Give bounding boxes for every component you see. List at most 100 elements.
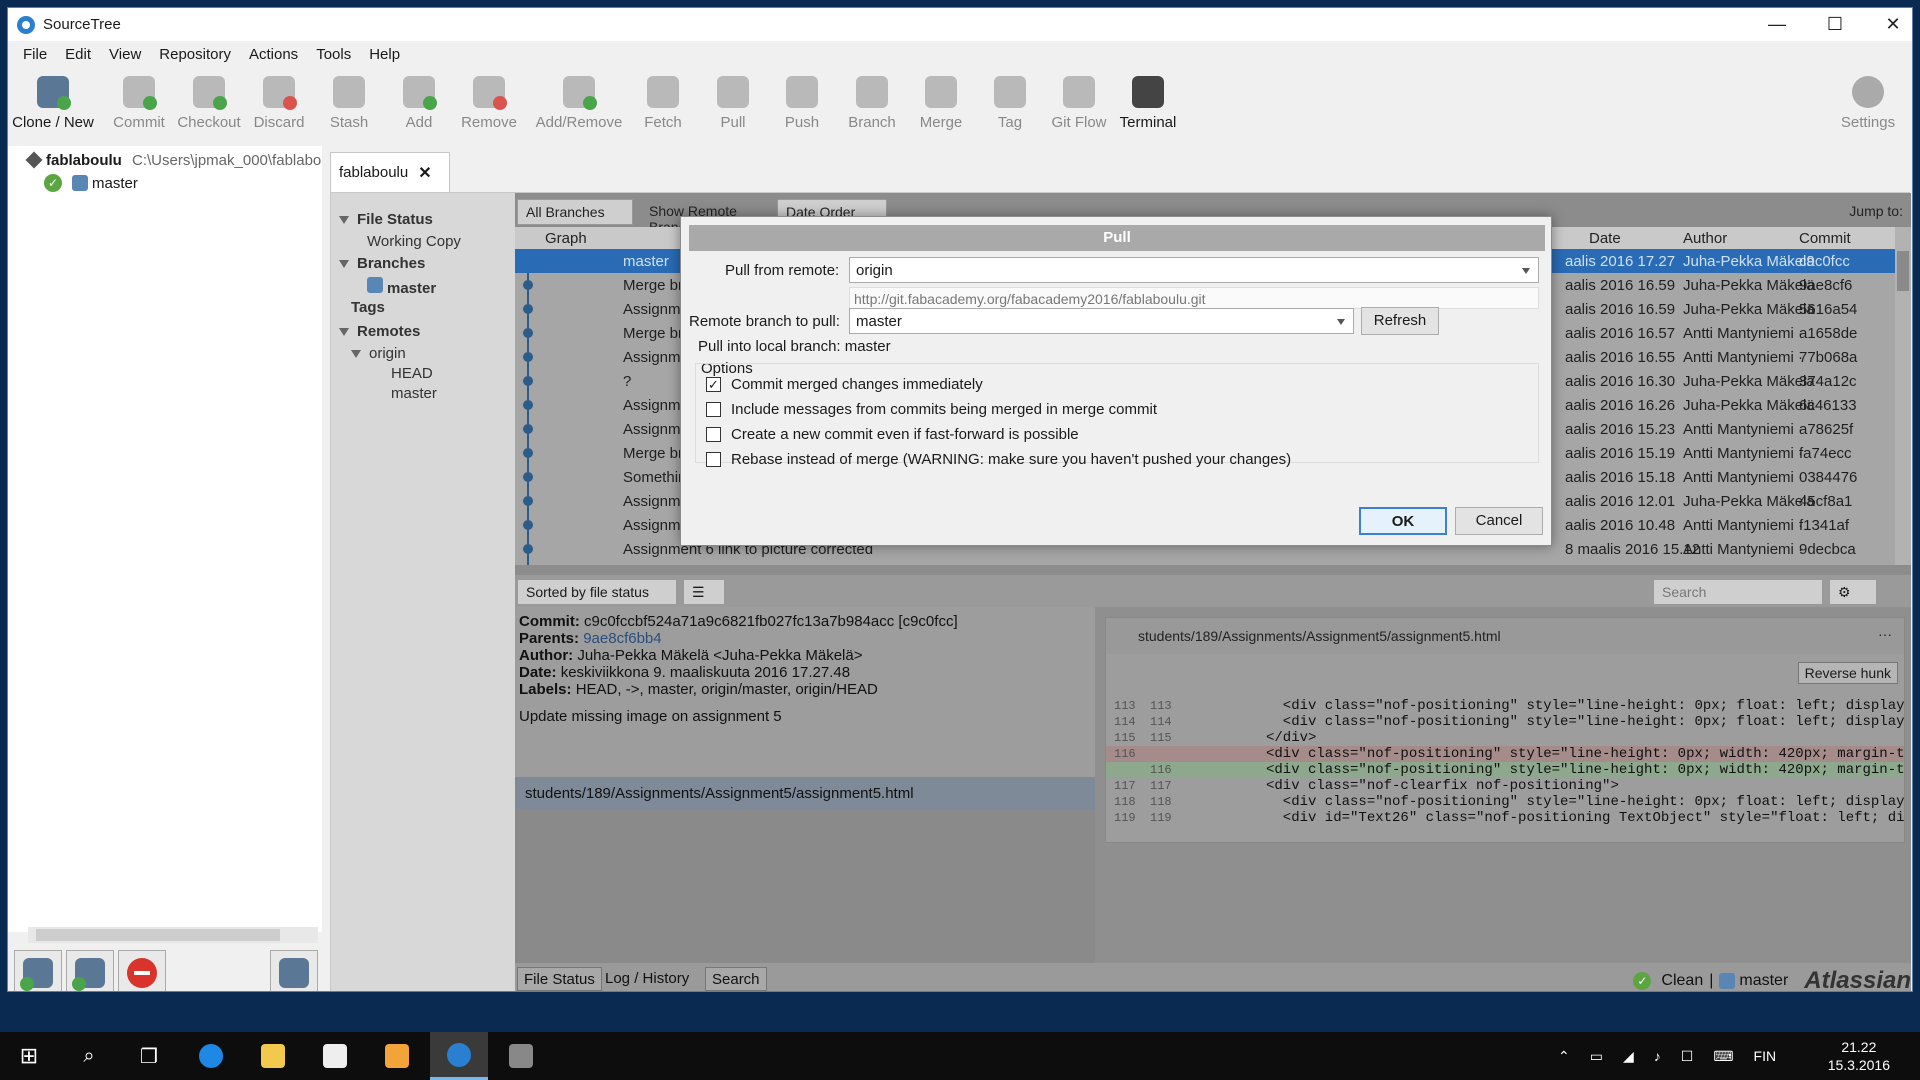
commit-description: master: [623, 253, 669, 270]
pull-button[interactable]: Pull: [698, 70, 768, 131]
col-commit[interactable]: Commit: [1799, 230, 1851, 247]
push-button[interactable]: Push: [767, 70, 837, 131]
tree-origin[interactable]: origin: [351, 345, 406, 362]
close-button[interactable]: ✕: [1864, 8, 1912, 41]
taskbar-sourcetree[interactable]: [430, 1032, 488, 1080]
menu-edit[interactable]: Edit: [65, 46, 91, 63]
commit-date: aalis 2016 16.59: [1565, 277, 1676, 294]
merge-button[interactable]: Merge: [906, 70, 976, 131]
menu-file[interactable]: File: [23, 46, 47, 63]
tab-search[interactable]: Search: [705, 967, 767, 991]
settings-button[interactable]: Settings: [1832, 70, 1904, 131]
minimize-button[interactable]: —: [1748, 8, 1806, 41]
branches-filter-dropdown[interactable]: All Branches: [517, 199, 633, 225]
diff-line: 114 114 <div class="nof-positioning" sty…: [1106, 714, 1904, 730]
tab-fablaboulu[interactable]: fablaboulu ✕: [330, 152, 450, 192]
add-button[interactable]: Add: [384, 70, 454, 131]
commit-immediately-option[interactable]: ✓ Commit merged changes immediately: [706, 376, 983, 393]
wifi-icon[interactable]: ◢: [1623, 1048, 1634, 1065]
stash-button[interactable]: Stash: [314, 70, 384, 131]
commit-hash: 0384476: [1799, 469, 1858, 486]
taskbar-store[interactable]: [306, 1032, 364, 1080]
volume-icon[interactable]: ♪: [1654, 1048, 1661, 1064]
add-remove-button[interactable]: Add/Remove: [534, 70, 624, 131]
tree-branch-master[interactable]: master: [367, 277, 436, 297]
remote-branch-select[interactable]: master: [849, 308, 1354, 334]
tag-button[interactable]: Tag: [975, 70, 1045, 131]
col-date[interactable]: Date: [1589, 230, 1621, 247]
no-fast-forward-option[interactable]: Create a new commit even if fast-forward…: [706, 426, 1079, 443]
commit-list-scrollbar[interactable]: [1895, 227, 1911, 565]
checkout-button[interactable]: Checkout: [174, 70, 244, 131]
menu-repository[interactable]: Repository: [159, 46, 231, 63]
menu-help[interactable]: Help: [369, 46, 400, 63]
taskbar-app[interactable]: [492, 1032, 550, 1080]
commit-description: Assignme: [623, 493, 689, 510]
menu-actions[interactable]: Actions: [249, 46, 298, 63]
search-input[interactable]: Search: [1653, 579, 1823, 605]
remove-button[interactable]: Remove: [454, 70, 524, 131]
notifications-icon[interactable]: ☐: [1681, 1048, 1694, 1065]
search-button[interactable]: ⌕: [60, 1032, 118, 1080]
col-graph[interactable]: Graph: [545, 230, 587, 247]
git-flow-button[interactable]: Git Flow: [1044, 70, 1114, 131]
menu-view[interactable]: View: [109, 46, 141, 63]
view-mode-dropdown[interactable]: ☰: [683, 579, 725, 605]
sort-dropdown[interactable]: Sorted by file status: [517, 579, 677, 605]
ok-button[interactable]: OK: [1359, 507, 1447, 535]
discard-button[interactable]: Discard: [244, 70, 314, 131]
add-folder-button[interactable]: [66, 950, 114, 991]
list-icon: ☰: [692, 584, 705, 600]
sourcetree-logo-icon: [17, 15, 35, 34]
add-repository-button[interactable]: [14, 950, 62, 991]
cancel-button[interactable]: Cancel: [1455, 507, 1543, 535]
chevron-up-icon[interactable]: ⌃: [1558, 1048, 1570, 1065]
close-tab-icon[interactable]: ✕: [418, 163, 431, 183]
tree-remotes[interactable]: Remotes: [339, 323, 420, 340]
tree-branches[interactable]: Branches: [339, 255, 425, 272]
task-view-button[interactable]: ❐: [120, 1032, 178, 1080]
commit-button[interactable]: Commit: [104, 70, 174, 131]
tree-file-status[interactable]: File Status: [339, 211, 433, 228]
more-options-icon[interactable]: ···: [1878, 626, 1892, 642]
include-messages-option[interactable]: Include messages from commits being merg…: [706, 401, 1157, 418]
col-author[interactable]: Author: [1683, 230, 1727, 247]
maximize-button[interactable]: ☐: [1806, 8, 1864, 41]
checkbox[interactable]: [706, 452, 721, 467]
checkbox[interactable]: [706, 402, 721, 417]
clean-check-icon: ✓: [44, 174, 62, 192]
diff-options-dropdown[interactable]: ⚙: [1829, 579, 1877, 605]
changed-file-item[interactable]: students/189/Assignments/Assignment5/ass…: [515, 777, 1095, 809]
clock[interactable]: 21.22 15.3.2016: [1828, 1038, 1890, 1074]
menu-tools[interactable]: Tools: [316, 46, 351, 63]
parent-link[interactable]: 9ae8cf6bb4: [583, 630, 661, 647]
refresh-button[interactable]: Refresh: [1361, 307, 1439, 335]
taskbar-outlook[interactable]: [368, 1032, 426, 1080]
terminal-button[interactable]: Terminal: [1113, 70, 1183, 131]
remove-repository-button[interactable]: [118, 950, 166, 991]
keyboard-icon[interactable]: ⌨: [1713, 1048, 1733, 1065]
fetch-button[interactable]: Fetch: [628, 70, 698, 131]
start-button[interactable]: ⊞: [0, 1032, 58, 1080]
taskbar-ie[interactable]: [182, 1032, 240, 1080]
reverse-hunk-button[interactable]: Reverse hunk: [1797, 662, 1898, 684]
clone-new-button[interactable]: Clone / New: [8, 70, 98, 131]
checkbox[interactable]: ✓: [706, 377, 721, 392]
sidebar-bottom-bar: [8, 946, 324, 991]
tab-log-history[interactable]: Log / History: [599, 967, 695, 991]
sidebar-settings-button[interactable]: [270, 950, 318, 991]
checkbox[interactable]: [706, 427, 721, 442]
tree-working-copy[interactable]: Working Copy: [367, 233, 461, 250]
repo-entry[interactable]: fablaboulu C:\Users\jpmak_000\fablabo: [25, 151, 321, 169]
language-indicator[interactable]: FIN: [1754, 1048, 1777, 1064]
battery-icon[interactable]: ▭: [1590, 1048, 1603, 1065]
remote-select[interactable]: origin: [849, 257, 1539, 283]
tab-file-status[interactable]: File Status: [517, 967, 602, 991]
taskbar-explorer[interactable]: [244, 1032, 302, 1080]
sidebar-horizontal-scrollbar[interactable]: [28, 927, 318, 943]
branch-button[interactable]: Branch: [837, 70, 907, 131]
tree-tags[interactable]: Tags: [351, 299, 385, 316]
tree-origin-master[interactable]: master: [391, 385, 437, 402]
tree-origin-head[interactable]: HEAD: [391, 365, 433, 382]
rebase-option[interactable]: Rebase instead of merge (WARNING: make s…: [706, 451, 1291, 468]
